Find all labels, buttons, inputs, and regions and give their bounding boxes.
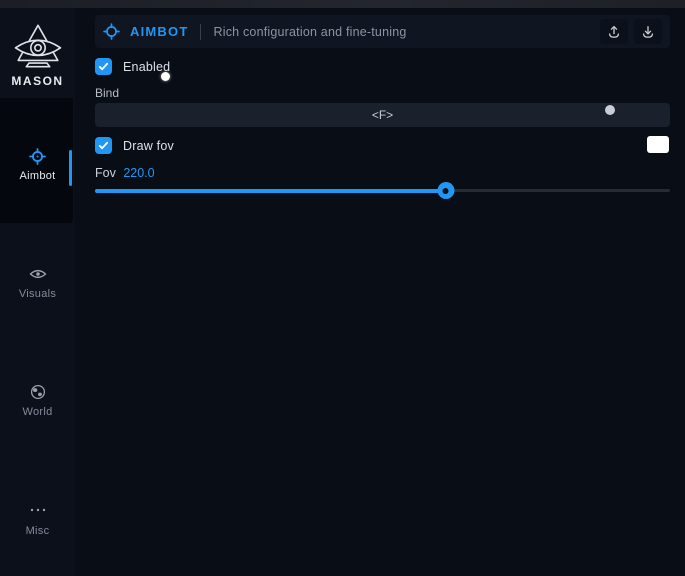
slider-handle[interactable]	[437, 182, 454, 199]
enabled-label: Enabled	[123, 60, 170, 74]
draw-fov-label: Draw fov	[123, 139, 174, 153]
fov-value-row: Fov 220.0	[95, 166, 155, 180]
draw-fov-checkbox[interactable]	[95, 137, 112, 154]
window-top-edge	[0, 0, 685, 8]
crosshair-icon	[103, 23, 120, 40]
mason-eye-pyramid-icon	[11, 22, 65, 70]
fov-value: 220.0	[123, 166, 154, 180]
enabled-checkbox[interactable]	[95, 58, 112, 75]
globe-icon	[0, 384, 75, 402]
fov-slider[interactable]	[95, 182, 670, 198]
enabled-row: Enabled	[95, 58, 170, 75]
slider-fill	[95, 189, 446, 193]
divider	[200, 24, 201, 40]
brand-name: MASON	[0, 74, 75, 88]
upload-icon	[606, 24, 622, 40]
sidebar: MASON Aimbot Visuals	[0, 8, 75, 576]
page-header: AIMBOT Rich configuration and fine-tunin…	[95, 15, 670, 48]
sidebar-item-visuals[interactable]: Visuals	[0, 266, 75, 300]
bind-label: Bind	[95, 86, 119, 100]
app-window: MASON Aimbot Visuals	[0, 0, 685, 576]
bind-value: <F>	[372, 108, 393, 122]
upload-config-button[interactable]	[600, 19, 628, 44]
draw-fov-row: Draw fov	[95, 137, 174, 154]
sidebar-item-label: World	[0, 406, 75, 418]
sidebar-item-aimbot[interactable]: Aimbot	[0, 148, 75, 182]
bind-input[interactable]: <F>	[95, 103, 670, 127]
sidebar-item-label: Visuals	[0, 288, 75, 300]
eye-icon	[0, 266, 75, 284]
page-title: AIMBOT	[130, 24, 188, 39]
brand-logo: MASON	[0, 22, 75, 88]
sidebar-item-misc[interactable]: Misc	[0, 503, 75, 537]
sidebar-item-label: Misc	[0, 525, 75, 537]
sidebar-item-label: Aimbot	[0, 170, 75, 182]
active-indicator	[69, 150, 72, 186]
check-icon	[98, 61, 109, 72]
download-icon	[640, 24, 656, 40]
ellipsis-icon	[0, 503, 75, 521]
content-panel: AIMBOT Rich configuration and fine-tunin…	[75, 8, 685, 576]
page-subtitle: Rich configuration and fine-tuning	[213, 25, 406, 39]
fov-label: Fov	[95, 166, 116, 180]
download-config-button[interactable]	[634, 19, 662, 44]
fov-color-picker[interactable]	[647, 136, 669, 153]
crosshair-icon	[0, 148, 75, 166]
check-icon	[98, 140, 109, 151]
sidebar-item-world[interactable]: World	[0, 384, 75, 418]
